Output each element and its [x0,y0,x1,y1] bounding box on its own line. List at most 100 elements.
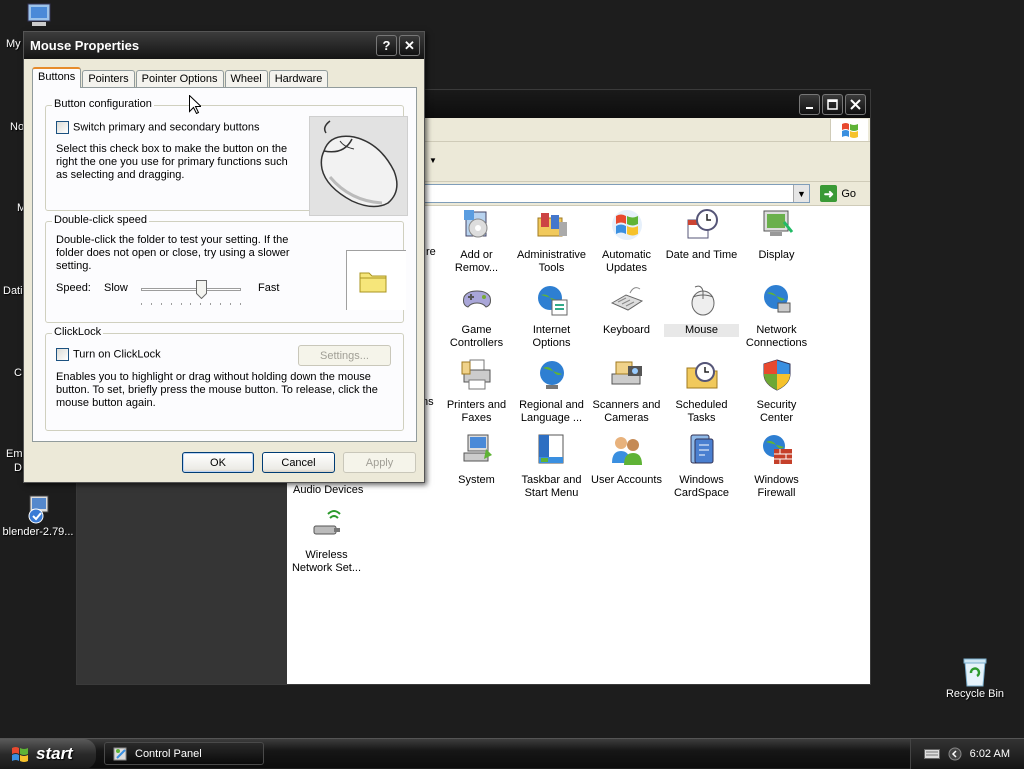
close-button[interactable] [845,94,866,115]
desktop-icon-recycle-bin[interactable]: Recycle Bin [940,656,1010,700]
cp-item-display[interactable]: Display [739,208,814,262]
switch-buttons-checkbox[interactable]: Switch primary and secondary buttons [56,121,259,134]
tab-pointer-options[interactable]: Pointer Options [135,70,224,88]
tab-wheel[interactable]: Wheel [224,70,268,88]
cp-item-mouse[interactable]: Mouse [664,283,739,337]
desktop-icon-label: Recycle Bin [945,688,1005,700]
desktop-icon-label: My [6,38,21,50]
apply-button[interactable]: Apply [343,452,416,473]
cp-item-regional-language[interactable]: Regional and Language ... [514,358,589,425]
cp-item-security-center[interactable]: Security Center [739,358,814,425]
description-line: button. To set, briefly press the mouse … [56,384,378,396]
cp-item-label: Printers and Faxes [446,399,507,424]
help-icon: ? [382,38,391,53]
chevron-down-icon: ▼ [797,188,806,199]
mouse-illustration [309,116,408,216]
cp-item-wireless[interactable]: Wireless Network Set... [289,508,364,575]
maximize-button[interactable] [822,94,843,115]
clicklock-settings-button[interactable]: Settings... [298,345,391,366]
minimize-button[interactable] [799,94,820,115]
go-button[interactable]: ➜ Go [820,185,856,202]
checkbox-box[interactable] [56,348,69,361]
cp-item-label: Date and Time [665,249,738,261]
cp-item-network-connections[interactable]: Network Connections [739,283,814,350]
toolbar-dropdown-arrow-icon[interactable]: ▼ [429,156,437,165]
tab-pointers[interactable]: Pointers [82,70,135,88]
desktop-icon-blender[interactable]: blender-2.79... [0,494,76,538]
description-line: Select this check box to make the button… [56,143,288,155]
double-click-description: Double-click the folder to test your set… [56,234,290,273]
cp-item-date-time[interactable]: Date and Time [664,208,739,262]
taskbar-item-control-panel[interactable]: Control Panel [104,742,264,765]
firewall-icon [762,435,792,464]
mouse-icon [691,285,714,316]
clicklock-group: ClickLock Turn on ClickLock Settings... … [45,326,404,431]
cp-item-scheduled-tasks[interactable]: Scheduled Tasks [664,358,739,425]
cp-item-label: Security Center [756,399,797,424]
cp-item-cardspace[interactable]: Windows CardSpace [664,433,739,500]
description-line: setting. [56,260,92,272]
cp-item-keyboard[interactable]: Keyboard [589,283,664,337]
cp-item-system[interactable]: System [439,433,514,487]
add-remove-programs-icon [463,210,487,238]
cp-item-label: Wireless Network Set... [291,549,362,574]
cp-item-auto-updates[interactable]: Automatic Updates [589,208,664,275]
keyboard-icon[interactable] [923,749,940,759]
close-icon [850,99,861,110]
description-line: folder does not open or close, try using… [56,247,290,259]
ok-button[interactable]: OK [182,452,254,473]
cp-item-game-controllers[interactable]: Game Controllers [439,283,514,350]
display-icon [763,210,793,236]
desktop-icon-label: Dati [3,285,23,297]
chevron-left-icon[interactable] [948,747,962,761]
go-label: Go [841,187,856,200]
globe-icon [539,361,564,389]
printer-icon [461,359,490,390]
speed-label: Speed: [56,282,91,294]
cp-item-label: Scanners and Cameras [592,399,661,424]
tab-buttons[interactable]: Buttons [32,67,82,88]
cp-item-label: Administrative Tools [516,249,587,274]
test-folder-area[interactable] [346,250,406,310]
cardspace-icon [690,434,713,464]
cp-item-add-remove[interactable]: Add or Remov... [439,208,514,275]
cp-item-internet-options[interactable]: Internet Options [514,283,589,350]
dialog-titlebar[interactable]: Mouse Properties ? ✕ [24,32,424,59]
speed-slider-track[interactable] [141,288,241,291]
cp-item-label: Scheduled Tasks [675,399,728,424]
cp-item-label: Mouse [664,324,739,337]
dialog-close-button[interactable]: ✕ [399,35,420,56]
cp-item-label: Keyboard [602,324,651,336]
cp-item-label: Network Connections [745,324,808,349]
slider-ticks [141,303,241,306]
speed-slider-thumb[interactable] [195,280,207,299]
dialog-title: Mouse Properties [30,38,140,53]
cp-item-admin-tools[interactable]: Administrative Tools [514,208,589,275]
cp-item-printers-faxes[interactable]: Printers and Faxes [439,358,514,425]
desktop-icon-label: blender-2.79... [2,526,74,538]
my-computer-icon [27,3,51,26]
cp-item-user-accounts[interactable]: User Accounts [589,433,664,487]
cp-item-label: Game Controllers [449,324,504,349]
clicklock-description: Enables you to highlight or drag without… [56,371,378,410]
cancel-button[interactable]: Cancel [262,452,335,473]
system-icon [463,434,492,462]
tab-hardware[interactable]: Hardware [268,70,329,88]
group-title: ClickLock [52,326,104,338]
start-label: start [36,744,73,763]
help-button[interactable]: ? [376,35,397,56]
start-button[interactable]: start [0,739,96,769]
network-connections-icon [763,285,790,313]
cp-item-firewall[interactable]: Windows Firewall [739,433,814,500]
cp-item-label: Automatic Updates [602,249,651,274]
partial-item-label: re [426,246,436,258]
cp-item-scanners-cameras[interactable]: Scanners and Cameras [589,358,664,425]
cp-item-taskbar-start[interactable]: Taskbar and Start Menu [514,433,589,500]
checkbox-box[interactable] [56,121,69,134]
address-input[interactable]: ▼ [407,184,810,203]
cp-item-label: Regional and Language ... [519,399,584,424]
address-dropdown-button[interactable]: ▼ [793,185,809,202]
clock[interactable]: 6:02 AM [970,748,1010,760]
mouse-properties-dialog: Mouse Properties ? ✕ Buttons Pointers Po… [23,31,425,483]
clicklock-checkbox[interactable]: Turn on ClickLock [56,348,161,361]
